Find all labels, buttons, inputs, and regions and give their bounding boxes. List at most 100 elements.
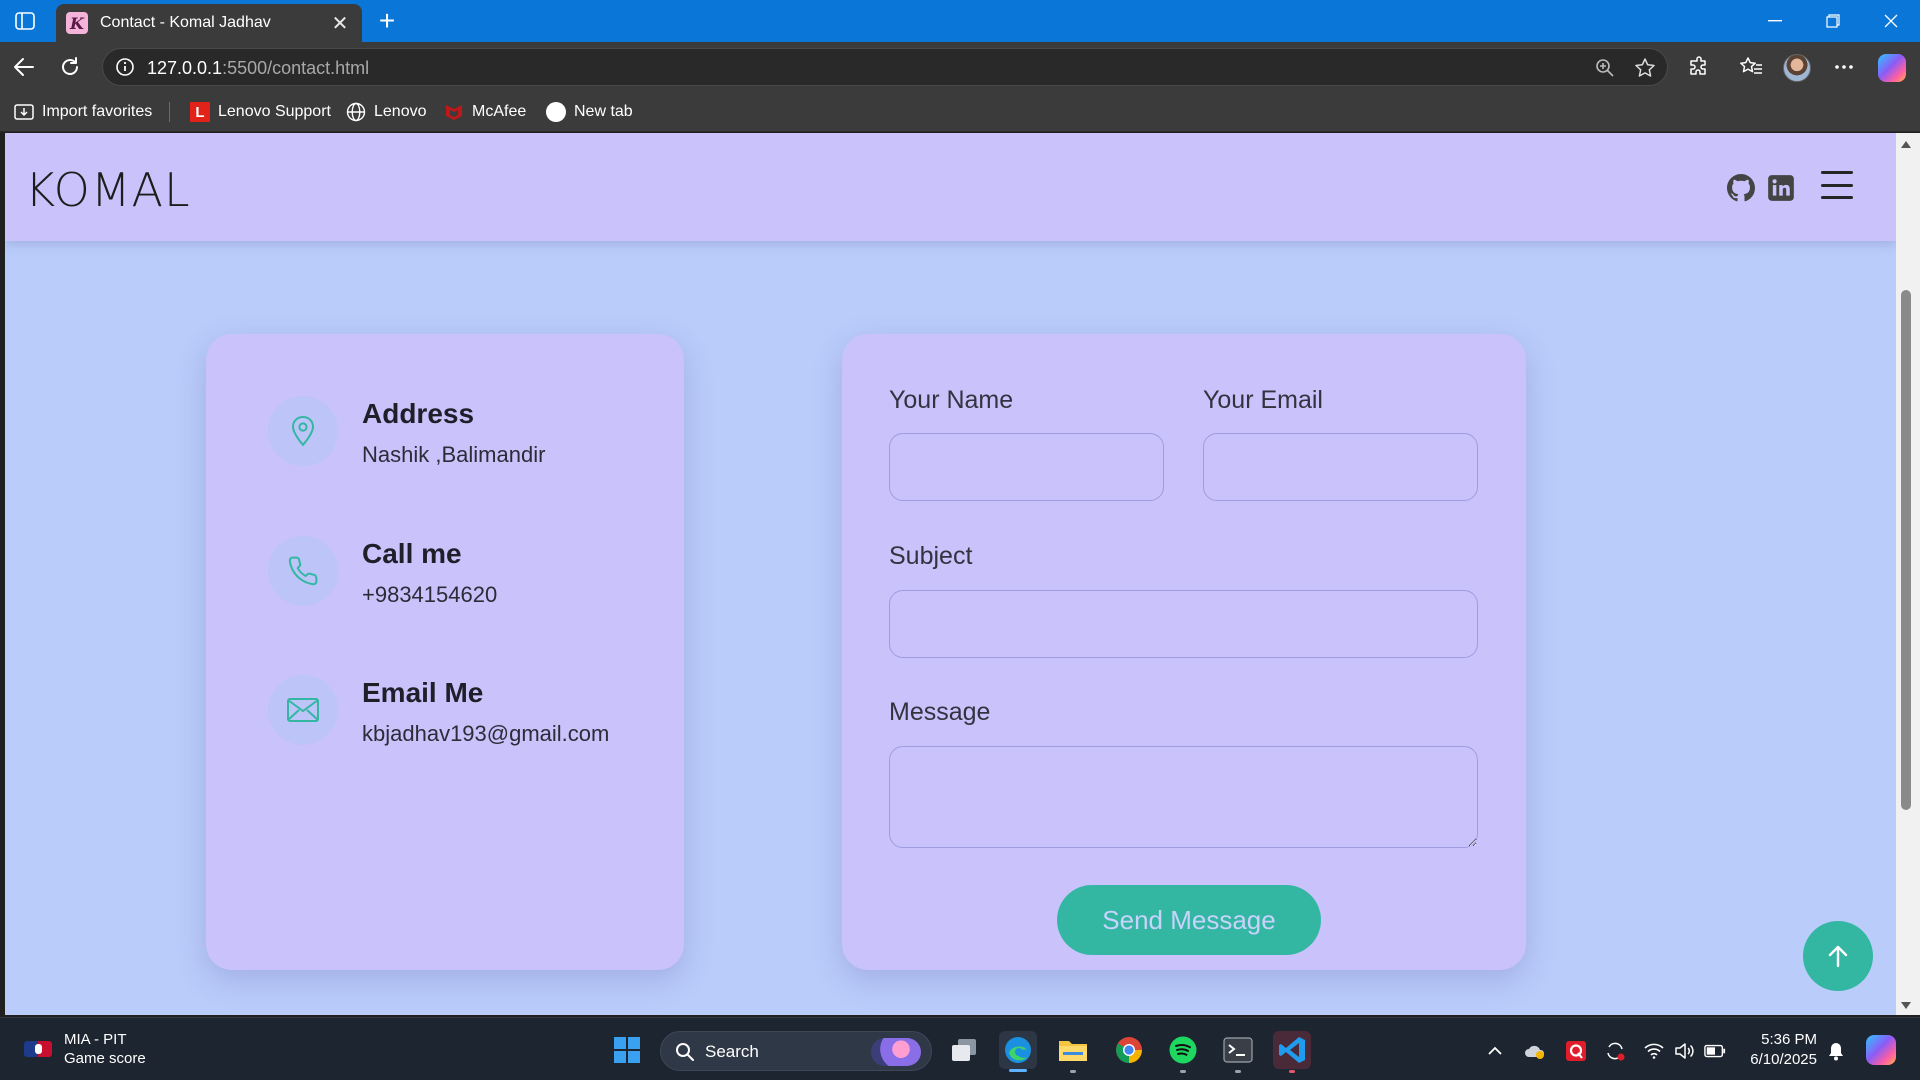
envelope-icon	[268, 675, 338, 745]
name-input[interactable]	[889, 433, 1164, 501]
email-input[interactable]	[1203, 433, 1478, 501]
github-icon[interactable]	[1726, 173, 1756, 203]
more-options-icon[interactable]	[1828, 51, 1860, 83]
email-title: Email Me	[362, 677, 484, 708]
quick-heal-icon[interactable]	[1565, 1040, 1587, 1062]
clock-date: 6/10/2025	[1750, 1051, 1817, 1068]
location-pin-icon	[268, 396, 338, 466]
explorer-running-indicator	[1070, 1070, 1076, 1073]
scroll-to-top-button[interactable]	[1803, 921, 1873, 991]
address-bar[interactable]: 127.0.0.1:5500/contact.html	[102, 48, 1668, 86]
search-highlight-icon	[871, 1038, 921, 1066]
edge-running-indicator	[1009, 1069, 1027, 1072]
lenovo-logo-icon: L	[190, 102, 210, 122]
favorite-star-icon[interactable]	[1633, 56, 1657, 80]
subject-label: Subject	[889, 542, 973, 570]
sidebar-toggle-icon[interactable]	[10, 8, 40, 34]
notification-bell-icon[interactable]	[1825, 1040, 1847, 1062]
extensions-icon[interactable]	[1683, 51, 1715, 83]
contact-form-card: Your Name Your Email Subject Message Sen…	[842, 334, 1526, 970]
url-host: 127.0.0.1	[147, 58, 223, 78]
copilot-taskbar-icon[interactable]	[1866, 1035, 1896, 1065]
close-tab-icon[interactable]: ✕	[328, 11, 352, 36]
windows-taskbar: MIA - PIT Game score Search 5:36 PM 6/10…	[0, 1017, 1920, 1080]
mcafee-logo-icon	[444, 102, 464, 122]
search-icon	[676, 1043, 694, 1061]
new-tab-icon	[546, 102, 566, 122]
favorite-lenovo-support[interactable]: L Lenovo Support	[190, 92, 331, 132]
clock-time: 5:36 PM	[1761, 1031, 1817, 1048]
hamburger-menu-icon[interactable]	[1821, 171, 1853, 199]
sync-icon[interactable]	[1604, 1040, 1626, 1062]
address-title: Address	[362, 398, 475, 429]
phone-value[interactable]: +9834154620	[362, 582, 497, 608]
favorites-list-icon[interactable]	[1735, 51, 1767, 83]
globe-icon	[346, 102, 366, 122]
file-explorer-icon[interactable]	[1054, 1031, 1092, 1069]
back-arrow-icon[interactable]	[8, 51, 40, 83]
vscode-running-indicator	[1289, 1070, 1295, 1073]
vscode-icon[interactable]	[1273, 1031, 1311, 1069]
linkedin-icon[interactable]	[1766, 173, 1796, 203]
terminal-running-indicator	[1235, 1070, 1241, 1073]
wifi-icon[interactable]	[1643, 1040, 1665, 1062]
scroll-down-arrow-icon[interactable]	[1898, 999, 1914, 1013]
favorite-lenovo[interactable]: Lenovo	[346, 92, 427, 132]
favorite-label: Lenovo Support	[218, 103, 331, 120]
tab-title: Contact - Komal Jadhav	[100, 14, 271, 31]
reload-icon[interactable]	[54, 51, 86, 83]
favorite-import[interactable]: Import favorites	[14, 92, 152, 132]
new-tab-button[interactable]: +	[372, 6, 402, 36]
email-value[interactable]: kbjadhav193@gmail.com	[362, 721, 609, 747]
name-label: Your Name	[889, 386, 1014, 414]
scroll-up-arrow-icon[interactable]	[1898, 137, 1914, 151]
widget-title: MIA - PIT	[64, 1031, 127, 1048]
address-value: Nashik ,Balimandir	[362, 442, 546, 467]
site-info-icon[interactable]	[115, 57, 135, 77]
favorite-label: New tab	[574, 103, 633, 120]
spotify-running-indicator	[1180, 1070, 1186, 1073]
edge-browser-icon[interactable]	[999, 1031, 1037, 1069]
site-header: KOMAL	[5, 133, 1896, 241]
search-placeholder: Search	[705, 1042, 759, 1061]
task-view-icon[interactable]	[945, 1031, 983, 1069]
score-widget[interactable]: MIA - PIT Game score	[24, 1030, 146, 1068]
minimize-icon[interactable]	[1746, 0, 1804, 42]
import-icon	[14, 103, 34, 121]
favorite-label: McAfee	[472, 103, 527, 120]
onedrive-icon[interactable]	[1524, 1040, 1546, 1062]
battery-icon[interactable]	[1704, 1040, 1726, 1062]
send-message-button[interactable]: Send Message	[1057, 885, 1321, 955]
terminal-icon[interactable]	[1219, 1031, 1257, 1069]
site-logo[interactable]: KOMAL	[25, 163, 191, 217]
favorite-mcafee[interactable]: McAfee	[444, 92, 526, 132]
scrollbar-thumb[interactable]	[1901, 290, 1911, 810]
show-hidden-icons-icon[interactable]	[1484, 1040, 1506, 1062]
arrow-up-icon	[1828, 945, 1848, 968]
system-clock[interactable]: 5:36 PM 6/10/2025	[1737, 1030, 1817, 1070]
spotify-icon[interactable]	[1164, 1031, 1202, 1069]
mlb-logo-icon	[24, 1041, 52, 1057]
widget-subtitle: Game score	[64, 1050, 146, 1067]
browser-toolbar: 127.0.0.1:5500/contact.html	[0, 42, 1920, 92]
zoom-icon[interactable]	[1593, 56, 1617, 80]
close-window-icon[interactable]	[1862, 0, 1920, 42]
chrome-icon[interactable]	[1110, 1031, 1148, 1069]
restore-icon[interactable]	[1804, 0, 1862, 42]
contact-info-card: Address Nashik ,Balimandir Call me +9834…	[206, 334, 684, 970]
tab-favicon: K	[66, 12, 88, 34]
subject-input[interactable]	[889, 590, 1478, 658]
copilot-icon[interactable]	[1878, 54, 1906, 82]
volume-icon[interactable]	[1673, 1040, 1695, 1062]
favorite-new-tab[interactable]: New tab	[546, 92, 633, 132]
windows-start-icon[interactable]	[608, 1031, 646, 1069]
favorite-label: Lenovo	[374, 103, 427, 120]
page-viewport: KOMAL Address Nashik ,Balimandir Call me…	[5, 133, 1896, 1015]
favorite-label: Import favorites	[42, 103, 153, 120]
url-text[interactable]: 127.0.0.1:5500/contact.html	[147, 58, 369, 79]
profile-avatar[interactable]	[1783, 54, 1811, 82]
taskbar-search-box[interactable]: Search	[660, 1031, 932, 1071]
message-textarea[interactable]	[889, 746, 1478, 848]
message-label: Message	[889, 698, 991, 726]
browser-tab-active[interactable]: K Contact - Komal Jadhav ✕	[56, 4, 362, 42]
